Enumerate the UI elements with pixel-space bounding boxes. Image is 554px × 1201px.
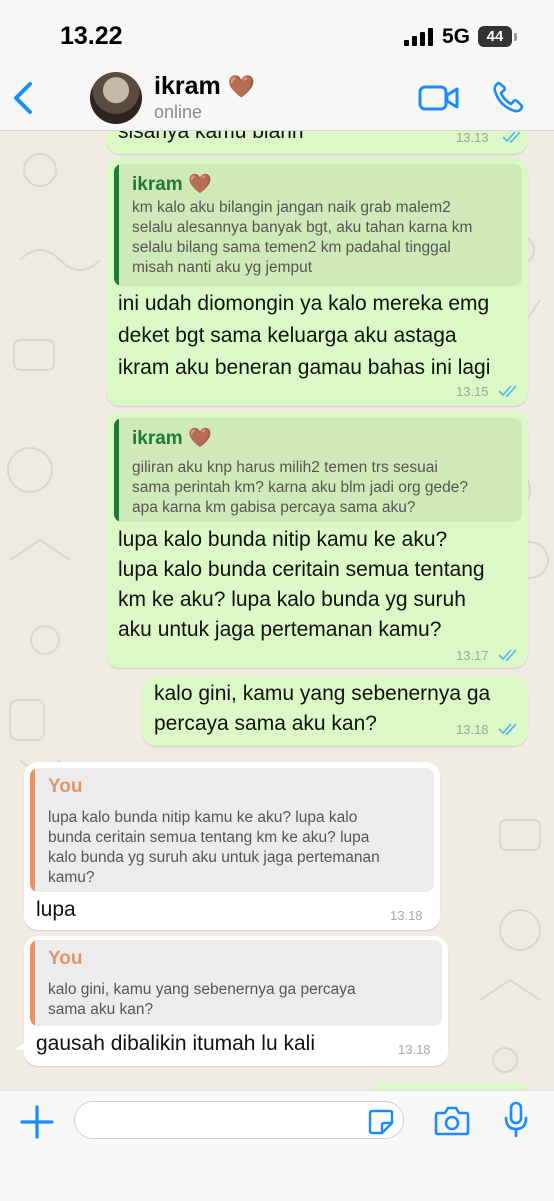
quote-bar <box>114 418 119 522</box>
message-text: lupa <box>36 898 76 921</box>
quoted-message[interactable]: ikram 🤎 km kalo aku bilangin jangan naik… <box>114 164 522 286</box>
bubble-tail <box>14 1040 28 1050</box>
quote-author: ikram 🤎 <box>132 428 212 449</box>
quote-line: selalu alesannya banyak bgt, aku tahan k… <box>132 219 473 236</box>
quote-line: misah nanti aku yg jemput <box>132 259 313 276</box>
status-time: 13.22 <box>60 22 123 50</box>
video-call-icon[interactable] <box>418 84 460 112</box>
camera-icon[interactable] <box>434 1105 470 1137</box>
quote-bar <box>30 768 35 892</box>
quote-bar <box>30 940 35 1026</box>
quoted-message[interactable]: You kalo gini, kamu yang sebenernya ga p… <box>30 940 442 1026</box>
quote-line: kamu? <box>48 869 95 886</box>
quoted-message[interactable]: ikram 🤎 giliran aku knp harus milih2 tem… <box>114 418 522 522</box>
message-bubble-incoming[interactable]: You lupa kalo bunda nitip kamu ke aku? l… <box>24 762 440 930</box>
mic-icon[interactable] <box>503 1101 529 1139</box>
read-ticks-icon <box>498 723 517 735</box>
phone-call-icon[interactable] <box>492 80 524 114</box>
contact-status: online <box>154 102 203 122</box>
quote-line: apa karna km gabisa percaya sama aku? <box>132 499 416 516</box>
read-ticks-icon <box>502 131 521 143</box>
message-time: 13.15 <box>456 384 489 399</box>
message-text-line: percaya sama aku kan? <box>154 712 377 735</box>
message-time: 13.13 <box>456 130 489 145</box>
quote-line: lupa kalo bunda nitip kamu ke aku? lupa … <box>48 809 358 826</box>
message-text: gausah dibalikin itumah lu kali <box>36 1032 315 1055</box>
battery-cap <box>514 33 517 41</box>
heart-emoji: 🤎 <box>227 74 256 99</box>
quoted-message[interactable]: You lupa kalo bunda nitip kamu ke aku? l… <box>30 768 434 892</box>
message-input[interactable] <box>74 1101 404 1139</box>
quote-author: You <box>48 776 83 797</box>
message-text-line: ini udah diomongin ya kalo mereka emg <box>118 292 490 315</box>
quote-line: bunda ceritain semua tentang km ke aku? … <box>48 829 370 846</box>
message-text-line: aku untuk jaga pertemanan kamu? <box>118 618 442 641</box>
contact-name[interactable]: ikram 🤎 <box>154 72 255 101</box>
message-bubble-incoming[interactable]: You kalo gini, kamu yang sebenernya ga p… <box>24 936 448 1066</box>
avatar[interactable] <box>90 72 142 124</box>
message-text-line: lupa kalo bunda nitip kamu ke aku? <box>118 528 448 551</box>
quote-bar <box>114 164 119 286</box>
quote-line: sama perintah km? karna aku blm jadi org… <box>132 479 469 496</box>
cellular-signal-icon <box>404 28 433 46</box>
read-ticks-icon <box>498 385 517 397</box>
quote-author: ikram 🤎 <box>132 174 212 195</box>
message-bubble-outgoing[interactable]: ikram 🤎 giliran aku knp harus milih2 tem… <box>106 412 528 668</box>
quote-line: kalo bunda yg suruh aku untuk jaga perte… <box>48 849 380 866</box>
sticker-icon[interactable] <box>368 1109 394 1135</box>
message-list[interactable]: sisanya kamu biarin 13.13 ikram 🤎 km kal… <box>0 0 554 1200</box>
read-ticks-icon <box>498 649 517 661</box>
quote-line: sama aku kan? <box>48 1001 154 1018</box>
message-text-line: lupa kalo bunda ceritain semua tentang <box>118 558 485 581</box>
message-text-line: kalo gini, kamu yang sebenernya ga <box>154 682 491 705</box>
message-time: 13.17 <box>456 648 489 663</box>
chat-header: ikram 🤎 online <box>0 70 554 131</box>
contact-name-text: ikram <box>154 72 221 100</box>
status-bar: 13.22 5G 44 <box>0 0 554 70</box>
plus-icon[interactable] <box>20 1105 54 1139</box>
quote-line: km kalo aku bilangin jangan naik grab ma… <box>132 199 451 216</box>
message-text-line: deket bgt sama keluarga aku astaga <box>118 324 457 347</box>
message-time: 13.18 <box>456 722 489 737</box>
message-text-line: ikram aku beneran gamau bahas ini lagi <box>118 356 491 379</box>
message-time: 13.18 <box>390 908 423 923</box>
battery-icon: 44 <box>478 26 512 47</box>
message-time: 13.18 <box>398 1042 431 1057</box>
quote-line: giliran aku knp harus milih2 temen trs s… <box>132 459 438 476</box>
quote-line: kalo gini, kamu yang sebenernya ga perca… <box>48 981 356 998</box>
quote-line: selalu bilang sama temen2 km padahal tin… <box>132 239 451 256</box>
message-bubble-outgoing[interactable]: ikram 🤎 km kalo aku bilangin jangan naik… <box>106 158 528 406</box>
quote-author: You <box>48 948 83 969</box>
message-composer <box>0 1090 554 1201</box>
network-type: 5G <box>442 25 471 48</box>
message-bubble-outgoing[interactable]: kalo gini, kamu yang sebenernya ga perca… <box>142 676 528 746</box>
back-chevron-icon[interactable] <box>8 78 40 118</box>
message-text-line: km ke aku? lupa kalo bunda yg suruh <box>118 588 466 611</box>
